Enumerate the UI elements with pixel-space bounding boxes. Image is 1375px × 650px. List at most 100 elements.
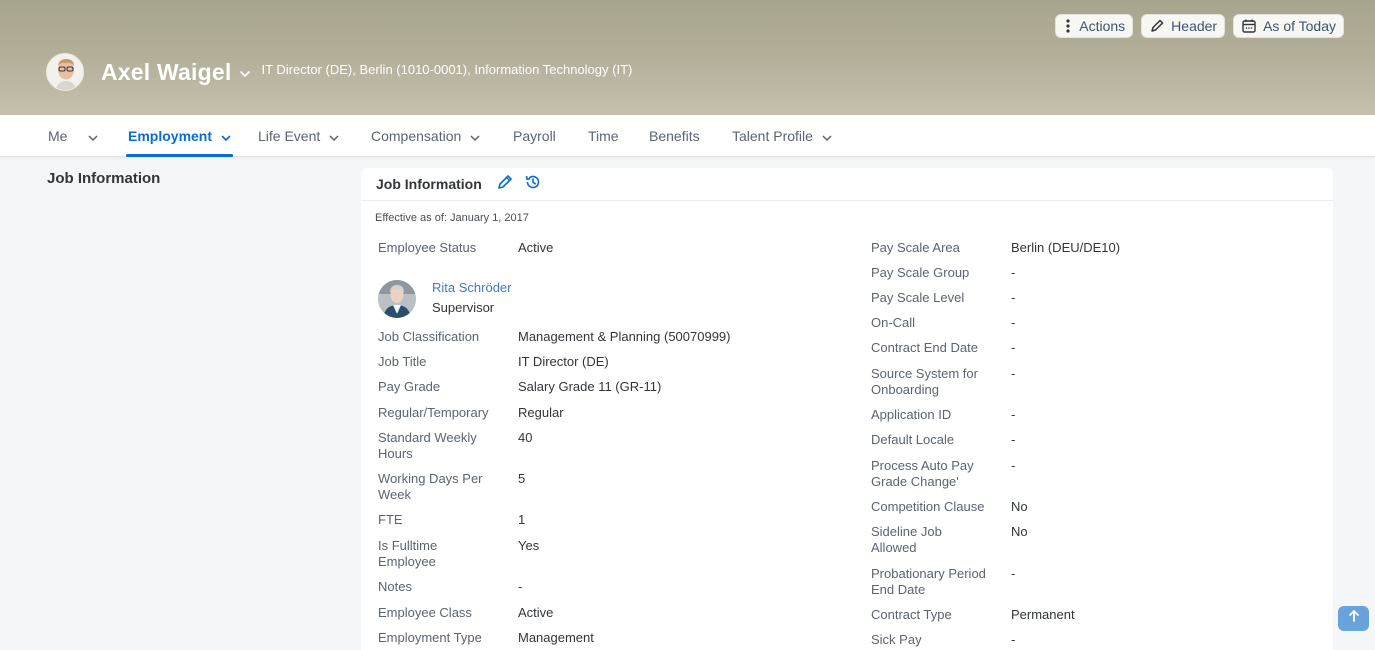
tab-label: Payroll bbox=[513, 128, 556, 144]
supervisor: Rita Schröder Supervisor bbox=[378, 280, 678, 320]
tab-label: Time bbox=[588, 128, 619, 144]
tab-life-event[interactable]: Life Event bbox=[258, 115, 339, 157]
arrow-up-icon bbox=[1347, 609, 1361, 628]
field-label: Standard Weekly Hours bbox=[378, 430, 477, 461]
field-value: - bbox=[1011, 366, 1016, 381]
tab-label: Life Event bbox=[258, 128, 321, 144]
more-vertical-icon bbox=[1063, 18, 1073, 34]
chevron-down-icon bbox=[470, 128, 480, 144]
field-value: Permanent bbox=[1011, 607, 1075, 622]
actions-label: Actions bbox=[1079, 18, 1126, 34]
chevron-down-icon bbox=[329, 128, 339, 144]
field-value: 40 bbox=[518, 430, 533, 445]
field-label: Job Title bbox=[378, 354, 427, 369]
profile-header: Actions Header As of Today Axel Waigel I… bbox=[0, 0, 1375, 115]
field-label: Sick Pay bbox=[871, 632, 922, 647]
tab-time[interactable]: Time bbox=[588, 115, 619, 157]
supervisor-name-link[interactable]: Rita Schröder bbox=[432, 280, 511, 295]
field-label: Pay Scale Group bbox=[871, 265, 970, 280]
tab-payroll[interactable]: Payroll bbox=[513, 115, 556, 157]
effective-date: Effective as of: January 1, 2017 bbox=[375, 212, 529, 224]
tab-label: Employment bbox=[128, 128, 213, 144]
field-value: Active bbox=[518, 605, 554, 620]
field-label: Regular/Temporary bbox=[378, 405, 489, 420]
field-value: - bbox=[1011, 290, 1016, 305]
field-label: Pay Scale Level bbox=[871, 290, 965, 305]
header-label: Header bbox=[1171, 18, 1218, 34]
field-label: Contract End Date bbox=[871, 340, 978, 355]
employee-avatar[interactable] bbox=[46, 53, 84, 91]
field-value: Active bbox=[518, 240, 554, 255]
field-value: Salary Grade 11 (GR-11) bbox=[518, 379, 662, 394]
tab-me[interactable]: Me bbox=[48, 115, 98, 157]
field-value: - bbox=[1011, 432, 1016, 447]
employee-subtitle: IT Director (DE), Berlin (1010-0001), In… bbox=[261, 61, 633, 77]
field-value: 1 bbox=[518, 512, 526, 527]
chevron-down-icon bbox=[221, 128, 231, 144]
field-value: No bbox=[1011, 524, 1028, 539]
field-value: IT Director (DE) bbox=[518, 354, 609, 369]
field-label: Process Auto Pay Grade Change' bbox=[871, 458, 974, 489]
field-value: - bbox=[1011, 566, 1016, 581]
field-value: - bbox=[1011, 458, 1016, 473]
scroll-to-top-button[interactable] bbox=[1338, 606, 1369, 631]
tab-employment[interactable]: Employment bbox=[126, 115, 234, 157]
actions-button[interactable]: Actions bbox=[1055, 14, 1134, 38]
field-label: Application ID bbox=[871, 407, 952, 422]
field-label: Employee Status bbox=[378, 240, 477, 255]
card-header: Job Information bbox=[361, 168, 1333, 201]
field-value: No bbox=[1011, 499, 1028, 514]
tab-label: Me bbox=[48, 128, 68, 144]
calendar-icon bbox=[1241, 18, 1257, 34]
active-tab-indicator bbox=[126, 154, 234, 157]
section-title[interactable]: Job Information bbox=[47, 170, 160, 187]
tab-talent-profile[interactable]: Talent Profile bbox=[732, 115, 832, 157]
tab-label: Talent Profile bbox=[732, 128, 813, 144]
chevron-down-icon bbox=[88, 128, 98, 144]
field-value: Yes bbox=[518, 538, 540, 553]
field-label: Competition Clause bbox=[871, 499, 985, 514]
field-label: Probationary Period End Date bbox=[871, 566, 986, 597]
header-button[interactable]: Header bbox=[1141, 14, 1226, 38]
supervisor-avatar[interactable] bbox=[378, 280, 416, 318]
field-value: Management & Planning (50070999) bbox=[518, 329, 731, 344]
tab-label: Benefits bbox=[649, 128, 700, 144]
field-value: Management bbox=[518, 630, 594, 645]
field-value: - bbox=[1011, 265, 1016, 280]
field-label: Source System for Onboarding bbox=[871, 366, 978, 397]
card-title: Job Information bbox=[376, 176, 482, 192]
as-of-today-label: As of Today bbox=[1263, 18, 1336, 34]
chevron-down-icon bbox=[822, 128, 832, 144]
field-label: Notes bbox=[378, 579, 412, 594]
field-label: Employment Type bbox=[378, 630, 482, 645]
field-label: Is Fulltime Employee bbox=[378, 538, 438, 569]
field-label: FTE bbox=[378, 512, 403, 527]
field-label: Working Days Per Week bbox=[378, 471, 483, 502]
chevron-down-icon[interactable] bbox=[239, 65, 251, 83]
employee-name[interactable]: Axel Waigel bbox=[101, 59, 231, 86]
field-value: - bbox=[1011, 340, 1016, 355]
tab-bar: Me Employment Life Event Compensation Pa… bbox=[0, 115, 1375, 157]
field-label: Pay Grade bbox=[378, 379, 441, 394]
tab-benefits[interactable]: Benefits bbox=[649, 115, 700, 157]
history-icon[interactable] bbox=[524, 173, 542, 196]
employee-profile: Axel Waigel IT Director (DE), Berlin (10… bbox=[46, 53, 632, 91]
header-actions: Actions Header As of Today bbox=[1055, 14, 1344, 38]
field-label: Sideline Job Allowed bbox=[871, 524, 942, 555]
field-value: - bbox=[518, 579, 523, 594]
field-value: Regular bbox=[518, 405, 564, 420]
as-of-today-button[interactable]: As of Today bbox=[1233, 14, 1344, 38]
field-value: Berlin (DEU/DE10) bbox=[1011, 240, 1121, 255]
field-value: - bbox=[1011, 315, 1016, 330]
field-label: Default Locale bbox=[871, 432, 955, 447]
edit-pencil-icon[interactable] bbox=[496, 173, 514, 196]
field-label: Contract Type bbox=[871, 607, 952, 622]
tab-compensation[interactable]: Compensation bbox=[371, 115, 480, 157]
field-label: Employee Class bbox=[378, 605, 472, 620]
pencil-icon bbox=[1149, 18, 1165, 34]
job-information-card: Job Information Effective as of: January… bbox=[361, 168, 1333, 650]
field-label: Pay Scale Area bbox=[871, 240, 960, 255]
field-value: - bbox=[1011, 632, 1016, 647]
field-value: 5 bbox=[518, 471, 526, 486]
field-label: On-Call bbox=[871, 315, 916, 330]
